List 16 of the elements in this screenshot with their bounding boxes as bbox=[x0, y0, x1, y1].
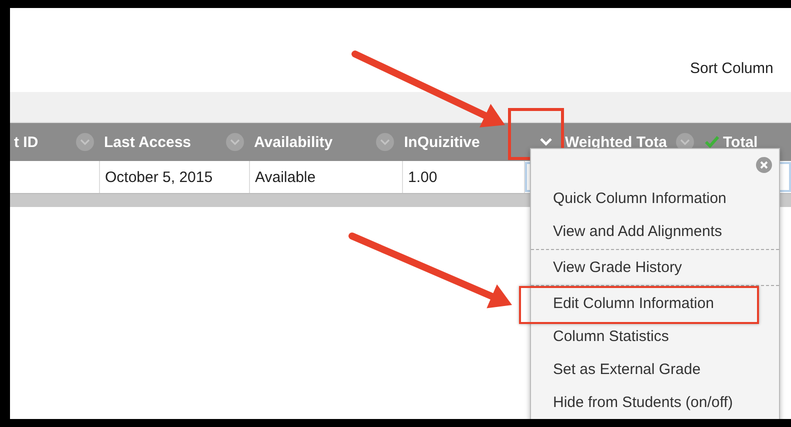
menu-item[interactable]: Hide from Students (on/off) bbox=[531, 386, 779, 419]
chevron-down-icon[interactable] bbox=[376, 133, 394, 151]
checkmark-icon bbox=[704, 135, 720, 149]
table-cell: Available bbox=[250, 161, 403, 193]
table-cell: October 5, 2015 bbox=[100, 161, 250, 193]
menu-item[interactable]: Quick Column Information bbox=[531, 182, 779, 215]
menu-item[interactable]: Edit Column Information bbox=[531, 287, 779, 320]
chevron-down-icon[interactable] bbox=[76, 133, 94, 151]
menu-item[interactable]: Column Statistics bbox=[531, 320, 779, 353]
chevron-down-icon[interactable] bbox=[226, 133, 244, 151]
table-cell: 1.00 bbox=[403, 161, 525, 193]
sort-column-label[interactable]: Sort Column bbox=[690, 24, 774, 76]
menu-item[interactable]: View Grade History bbox=[531, 251, 779, 284]
menu-item[interactable]: View and Add Alignments bbox=[531, 215, 779, 248]
close-icon[interactable] bbox=[755, 156, 773, 174]
menu-item[interactable]: Set as External Grade bbox=[531, 353, 779, 386]
